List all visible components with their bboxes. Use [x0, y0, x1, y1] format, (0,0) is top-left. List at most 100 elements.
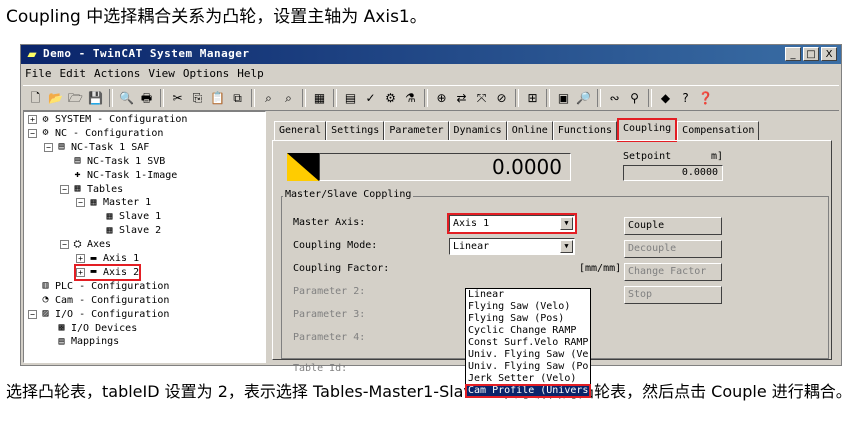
tree-item[interactable]: ▥ PLC - Configuration: [28, 280, 169, 293]
coupling-mode-listbox[interactable]: Linear Flying Saw (Velo) Flying Saw (Pos) C…: [465, 288, 591, 398]
tree-node-icon: ▬: [90, 266, 97, 278]
tree-node-icon: ▤: [74, 155, 81, 167]
coupling-mode-option[interactable]: Cyclic Change RAMP: [466, 325, 590, 337]
expand-toggle-icon[interactable]: +: [28, 115, 37, 124]
tab-compensation[interactable]: Compensation: [677, 121, 760, 141]
coupling-mode-option[interactable]: Univ. Flying Saw (Po: [466, 361, 590, 373]
tree-item[interactable]: ▦ Slave 1: [92, 210, 161, 223]
open-icon[interactable]: 📂: [47, 90, 64, 107]
tree-item[interactable]: + ▬ Axis 2: [73, 263, 142, 281]
decouple-button[interactable]: Decouple: [624, 240, 722, 258]
expand-toggle-icon[interactable]: +: [76, 267, 85, 277]
expand-toggle-icon[interactable]: −: [76, 198, 85, 208]
paste-link-icon[interactable]: ⧉: [229, 90, 246, 107]
tab-parameter[interactable]: Parameter: [384, 121, 449, 141]
coupling-mode-option[interactable]: Jerk Setter (Velo): [466, 373, 590, 385]
coupling-mode-option[interactable]: Flying Saw (Pos): [466, 313, 590, 325]
coupling-mode-option[interactable]: Univ. Flying Saw (Ve: [466, 349, 590, 361]
cut-icon[interactable]: ✂: [169, 90, 186, 107]
tree-item[interactable]: + ⚙ SYSTEM - Configuration: [28, 113, 187, 126]
coupling-mode-option[interactable]: Linear: [466, 289, 590, 301]
coupling-mode-select[interactable]: Linear ▼: [449, 238, 575, 255]
toolbar-separator: [109, 89, 113, 107]
config-mode-icon[interactable]: ⚗: [402, 90, 419, 107]
menu-actions[interactable]: Actions: [94, 65, 140, 83]
expand-toggle-icon[interactable]: −: [28, 128, 37, 138]
find-next-icon[interactable]: ⌕: [280, 90, 297, 107]
help-icon[interactable]: ?: [677, 90, 694, 107]
tab-coupling[interactable]: Coupling: [617, 118, 678, 142]
close-button[interactable]: X: [821, 47, 837, 61]
diamond-icon[interactable]: ◆: [657, 90, 674, 107]
save-icon[interactable]: 💾: [87, 90, 104, 107]
scan-icon[interactable]: ⇄: [453, 90, 470, 107]
menu-edit[interactable]: Edit: [60, 65, 87, 83]
minimize-button[interactable]: _: [785, 47, 801, 61]
open-folder-icon[interactable]: 🗁: [67, 90, 84, 107]
tree-item[interactable]: ▦ Slave 2: [92, 224, 161, 237]
tab-general[interactable]: General: [274, 121, 327, 141]
expand-toggle-icon[interactable]: −: [60, 240, 69, 250]
tree-item[interactable]: ✚ NC-Task 1-Image: [60, 169, 177, 182]
menu-view[interactable]: View: [148, 65, 175, 83]
toggle-free-run-icon[interactable]: ⤧: [473, 90, 490, 107]
coupling-mode-option[interactable]: Const Surf.Velo RAMP: [466, 337, 590, 349]
tab-settings[interactable]: Settings: [326, 121, 385, 141]
route-icon[interactable]: ⚲: [626, 90, 643, 107]
tree-item-label: NC-Task 1-Image: [87, 169, 178, 181]
master-axis-select[interactable]: Axis 1 ▼: [447, 213, 577, 234]
print-icon[interactable]: 🖶: [138, 90, 155, 107]
check-config-icon[interactable]: ▤: [342, 90, 359, 107]
tree-item[interactable]: ▩ I/O Devices: [44, 322, 137, 335]
expand-toggle-icon[interactable]: −: [28, 309, 37, 319]
expand-toggle-icon[interactable]: +: [76, 254, 85, 263]
coupling-mode-option[interactable]: Flying Saw (Velo): [466, 301, 590, 313]
coupling-mode-option[interactable]: Cam Profile (Univers: [465, 384, 591, 398]
tree-item-label: I/O Devices: [71, 322, 138, 334]
tree-item[interactable]: − ▨ I/O - Configuration: [28, 308, 169, 321]
choose-target-icon[interactable]: ⊕: [433, 90, 450, 107]
change-factor-button[interactable]: Change Factor: [624, 263, 722, 281]
generate-mappings-icon[interactable]: ▦: [311, 90, 328, 107]
tree-item[interactable]: − ⚙ NC - Configuration: [28, 127, 163, 140]
maximize-button[interactable]: □: [803, 47, 819, 61]
new-icon[interactable]: 🗋: [27, 90, 44, 107]
menu-options[interactable]: Options: [183, 65, 229, 83]
tab-online[interactable]: Online: [506, 121, 553, 141]
find-icon[interactable]: ⌕: [260, 90, 277, 107]
show-variables-icon[interactable]: ⊞: [524, 90, 541, 107]
tree-item[interactable]: − ▦ Master 1: [76, 196, 151, 209]
tree-item[interactable]: + ▬ Axis 1: [76, 252, 139, 265]
title-bar: ▰ Demo - TwinCAT System Manager _ □ X: [21, 45, 841, 64]
copy-icon[interactable]: ⎘: [189, 90, 206, 107]
menu-file[interactable]: File: [25, 65, 52, 83]
tab-dynamics[interactable]: Dynamics: [448, 121, 507, 141]
menu-bar: File Edit Actions View Options Help: [21, 65, 841, 83]
stop-button[interactable]: Stop: [624, 286, 722, 304]
activate-icon[interactable]: ✓: [362, 90, 379, 107]
paste-icon[interactable]: 📋: [209, 90, 226, 107]
tree-item[interactable]: − ▦ Tables: [60, 183, 123, 196]
print-preview-icon[interactable]: 🔍: [118, 90, 135, 107]
tab-functions[interactable]: Functions: [552, 121, 617, 141]
list-icon[interactable]: ▣: [555, 90, 572, 107]
tree-item[interactable]: ▤ NC-Task 1 SVB: [60, 155, 165, 168]
tree-item[interactable]: ▤ Mappings: [44, 335, 119, 348]
whats-this-icon[interactable]: ❓: [697, 90, 714, 107]
tree-item[interactable]: − ▤ NC-Task 1 SAF: [44, 141, 149, 154]
set-run-icon[interactable]: ⚙: [382, 90, 399, 107]
tree-item-label: I/O - Configuration: [55, 308, 170, 320]
tree-item[interactable]: − ⛭ Axes: [60, 238, 111, 251]
tree-item[interactable]: ◔ Cam - Configuration: [28, 294, 169, 307]
watch-icon[interactable]: ∾: [606, 90, 623, 107]
config-tree[interactable]: + ⚙ SYSTEM - Configuration − ⚙ NC - Configura…: [23, 111, 266, 363]
menu-help[interactable]: Help: [237, 65, 264, 83]
couple-button[interactable]: Couple: [624, 217, 722, 235]
expand-toggle-icon[interactable]: −: [44, 142, 53, 152]
expand-toggle-icon[interactable]: −: [60, 184, 69, 194]
clear-icon[interactable]: ⊘: [493, 90, 510, 107]
dropdown-arrow-icon[interactable]: ▼: [560, 240, 573, 253]
dropdown-arrow-icon[interactable]: ▼: [560, 217, 573, 230]
zoom-icon[interactable]: 🔎: [575, 90, 592, 107]
